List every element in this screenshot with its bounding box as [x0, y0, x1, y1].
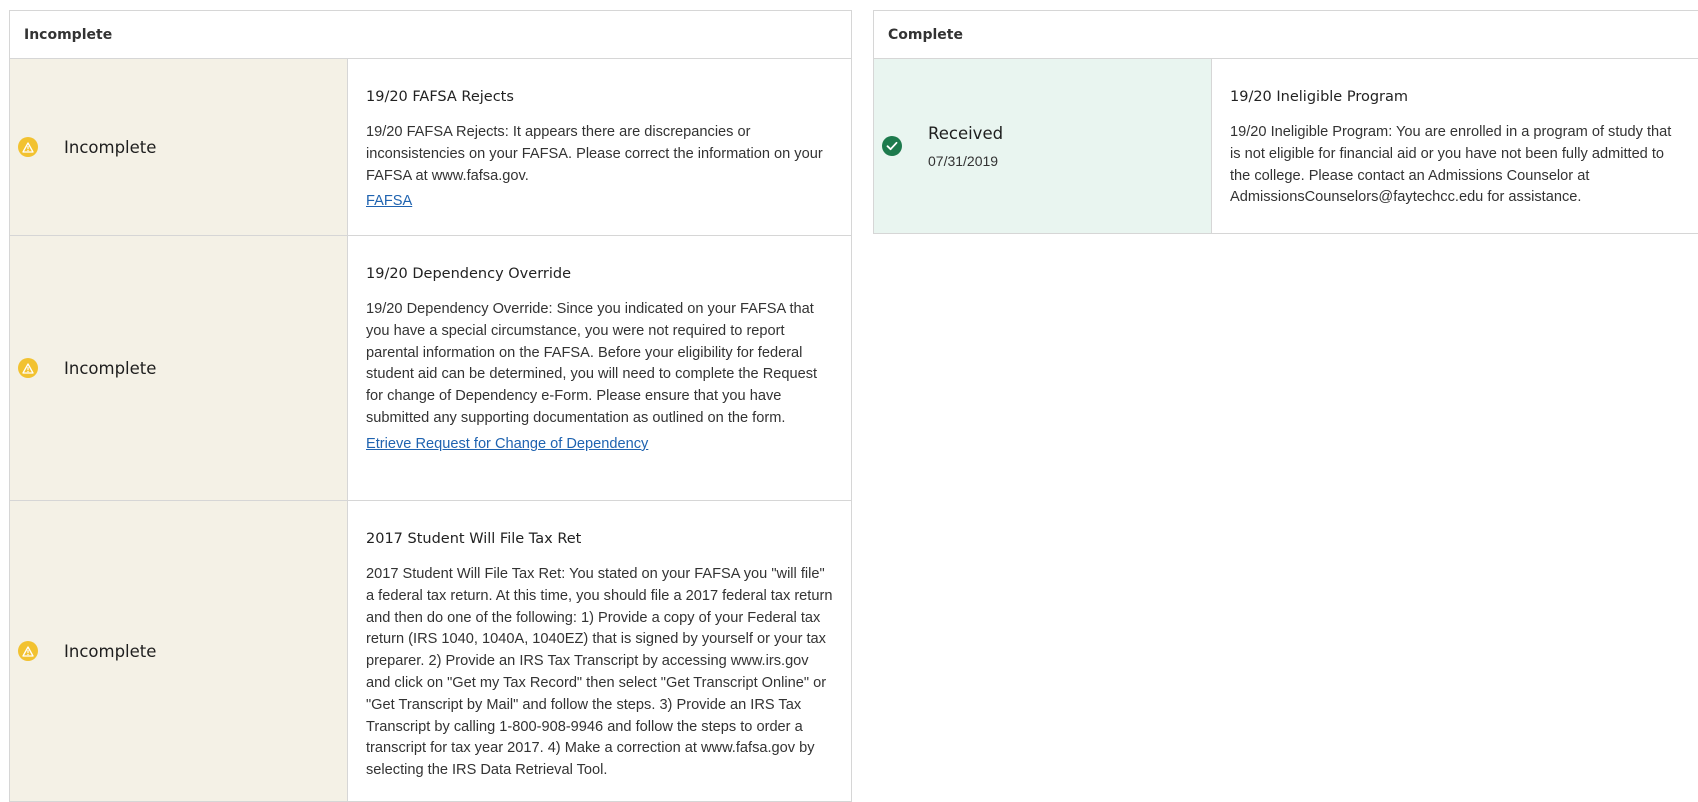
description-cell: 19/20 FAFSA Rejects 19/20 FAFSA Rejects:…: [348, 59, 851, 235]
status-cell: Incomplete: [10, 236, 348, 500]
received-date: 07/31/2019: [928, 152, 999, 169]
status-label: Incomplete: [64, 358, 157, 378]
description-cell: 19/20 Dependency Override 19/20 Dependen…: [348, 236, 851, 500]
item-title: 19/20 Ineligible Program: [1230, 89, 1409, 105]
checklist-row: Received 07/31/2019 19/20 Ineligible Pro…: [874, 59, 1698, 233]
description-cell: 19/20 Ineligible Program 19/20 Ineligibl…: [1212, 59, 1698, 233]
dependency-change-link[interactable]: Etrieve Request for Change of Dependency: [366, 436, 648, 452]
item-title: 19/20 Dependency Override: [366, 266, 572, 282]
complete-panel-header: Complete: [874, 11, 1698, 59]
warning-icon: [18, 358, 38, 378]
check-circle-icon: [882, 136, 902, 156]
complete-panel: Complete Received 07/31/2019 19/20 Ineli…: [873, 10, 1698, 234]
item-description: 19/20 Ineligible Program: You are enroll…: [1230, 124, 1672, 206]
status-text: Incomplete: [64, 642, 156, 661]
checklist-row: Incomplete 19/20 FAFSA Rejects 19/20 FAF…: [10, 59, 851, 236]
item-title: 19/20 FAFSA Rejects: [366, 89, 514, 105]
status-label: Incomplete: [64, 137, 157, 157]
item-description: 19/20 FAFSA Rejects: It appears there ar…: [366, 124, 823, 184]
incomplete-panel: Incomplete Incomplete 19/20 FAFSA Reject…: [9, 10, 852, 802]
incomplete-panel-header: Incomplete: [10, 11, 851, 59]
description-cell: 2017 Student Will File Tax Ret 2017 Stud…: [348, 501, 851, 801]
status-label: Received: [928, 123, 1004, 143]
warning-icon: [18, 641, 38, 661]
fafsa-link[interactable]: FAFSA: [366, 193, 412, 209]
item-description: 19/20 Dependency Override: Since you ind…: [366, 301, 818, 426]
checklist-row: Incomplete 2017 Student Will File Tax Re…: [10, 501, 851, 801]
item-title: 2017 Student Will File Tax Ret: [366, 531, 582, 547]
status-text: Received 07/31/2019: [928, 124, 1003, 169]
item-description: 2017 Student Will File Tax Ret: You stat…: [366, 566, 833, 779]
status-label: Incomplete: [64, 641, 157, 661]
status-cell: Incomplete: [10, 501, 348, 801]
checklist-row: Incomplete 19/20 Dependency Override 19/…: [10, 236, 851, 501]
warning-icon: [18, 137, 38, 157]
status-text: Incomplete: [64, 359, 156, 378]
status-text: Incomplete: [64, 138, 156, 157]
status-cell: Incomplete: [10, 59, 348, 235]
status-cell: Received 07/31/2019: [874, 59, 1212, 233]
